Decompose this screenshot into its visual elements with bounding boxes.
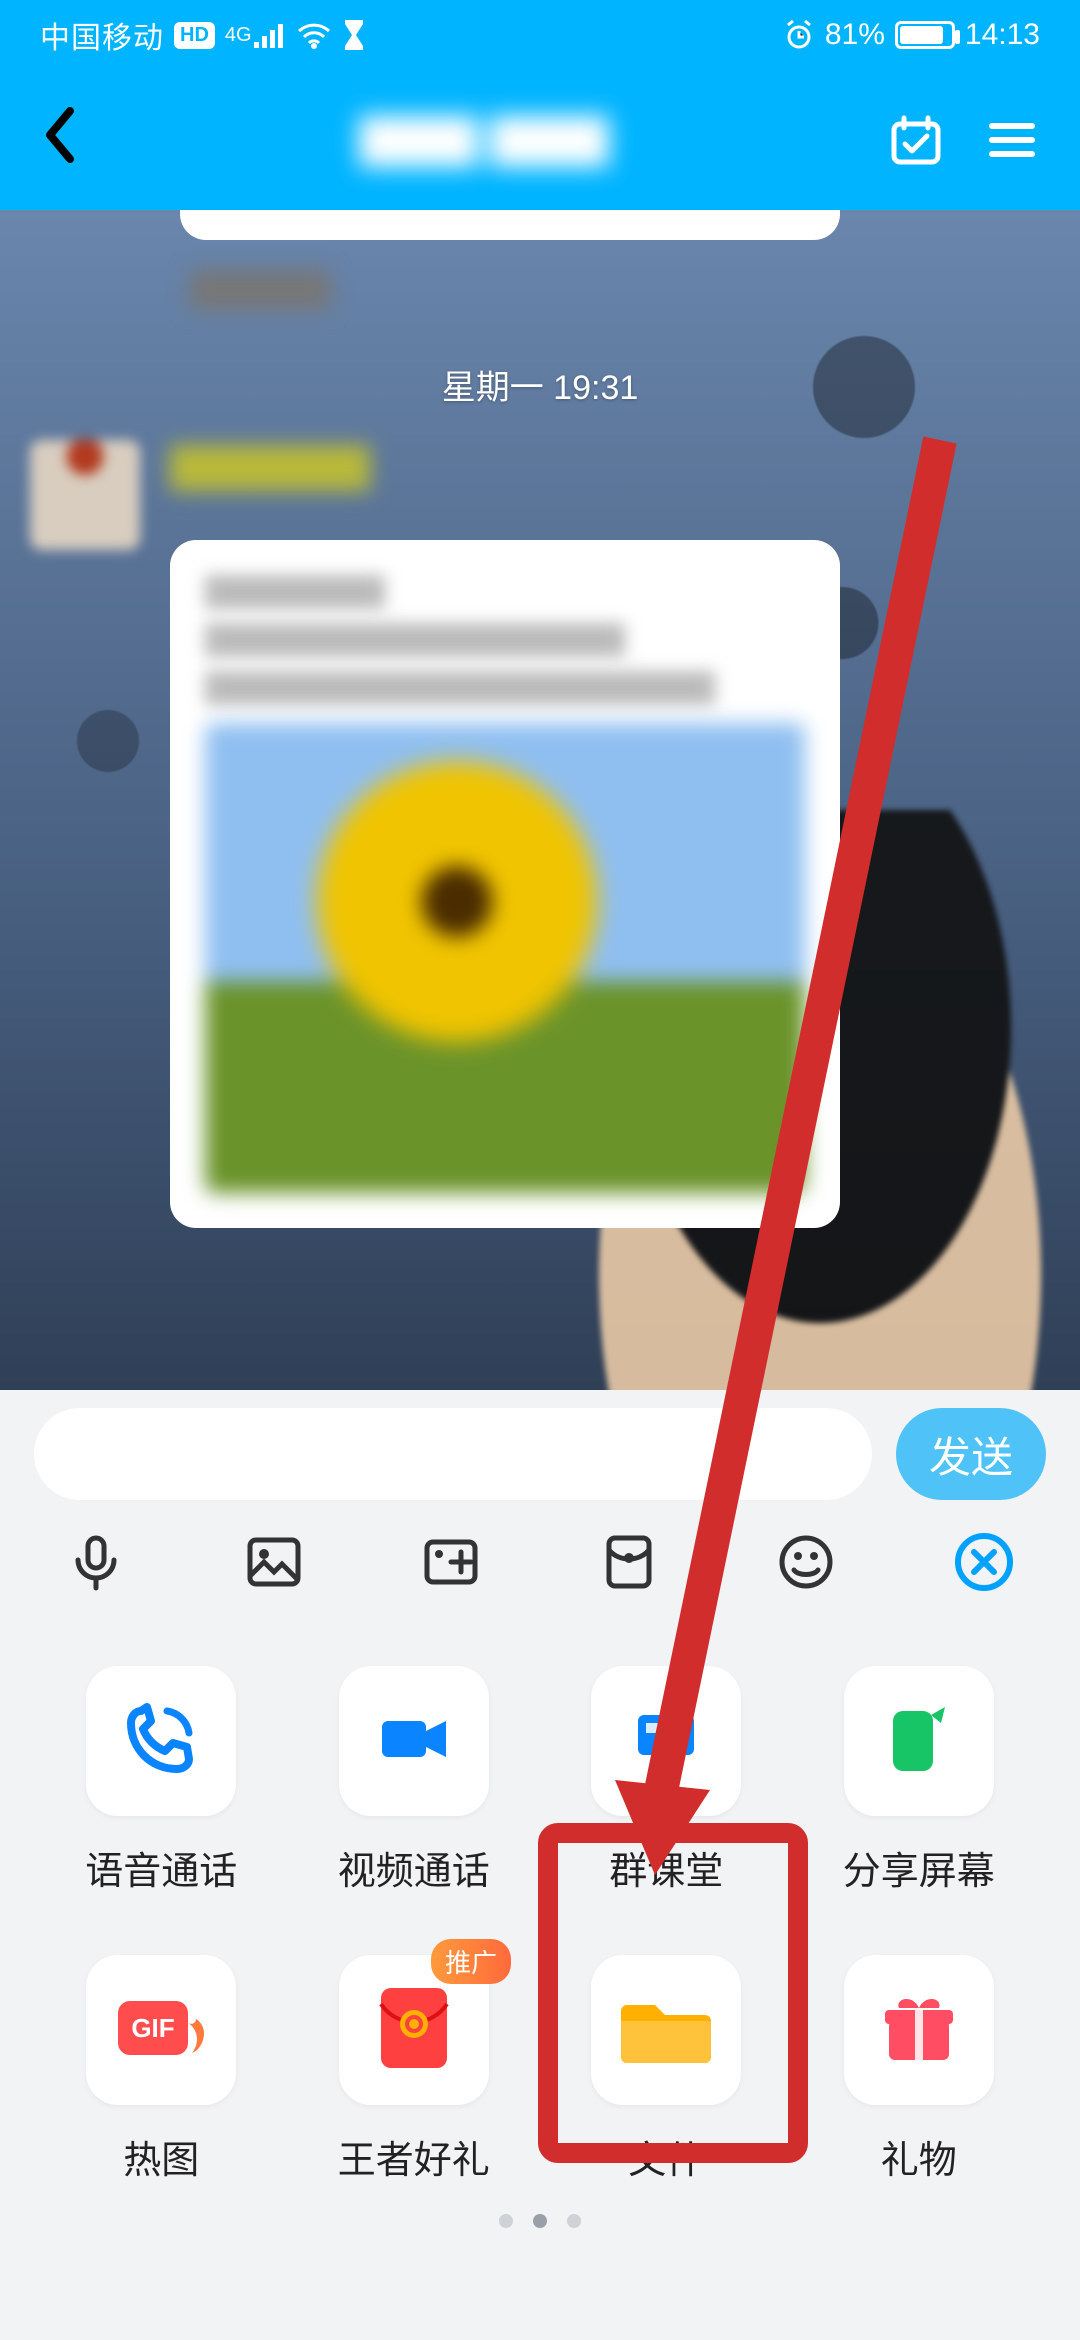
chat-title: ████ ████	[80, 116, 888, 164]
signal-4g-icon: 4G	[225, 22, 286, 48]
tile-label: 文件	[628, 2129, 704, 2184]
phone-icon	[119, 1697, 203, 1786]
alarm-icon	[783, 19, 815, 51]
share-screen-icon	[877, 1697, 961, 1786]
page-dots[interactable]	[60, 2184, 1020, 2288]
tile-label: 热图	[123, 2129, 199, 2184]
hd-badge: HD	[174, 22, 215, 49]
input-zone: 发送	[0, 1390, 1080, 1634]
wifi-icon	[296, 21, 332, 49]
avatar[interactable]	[30, 440, 140, 550]
battery-icon	[895, 21, 955, 49]
tile-label: 群课堂	[609, 1840, 723, 1895]
menu-icon[interactable]	[984, 112, 1040, 168]
tile-label: 视频通话	[338, 1840, 490, 1895]
nav-bar: ████ ████	[0, 70, 1080, 210]
folder-icon	[621, 1991, 711, 2070]
voice-icon[interactable]	[64, 1530, 128, 1594]
video-camera-icon	[372, 1697, 456, 1786]
tile-hot-gif[interactable]: GIF 热图	[60, 1955, 263, 2184]
red-envelope-icon	[377, 1984, 451, 2077]
tile-label: 礼物	[881, 2129, 957, 2184]
chat-area: 星期一 19:31	[0, 210, 1080, 1390]
tile-video-call[interactable]: 视频通话	[313, 1666, 516, 1895]
message-input[interactable]	[34, 1408, 872, 1500]
close-panel-icon[interactable]	[952, 1530, 1016, 1594]
tile-gift[interactable]: 礼物	[818, 1955, 1021, 2184]
tile-share-screen[interactable]: 分享屏幕	[818, 1666, 1021, 1895]
more-actions-panel: 语音通话 视频通话 群课堂 分享屏幕 GIF 热图	[0, 1634, 1080, 2328]
back-button[interactable]	[40, 105, 80, 176]
battery-percent: 81%	[825, 18, 885, 52]
message-image[interactable]	[205, 723, 805, 1193]
sender-name	[170, 445, 370, 491]
emoji-icon[interactable]	[774, 1530, 838, 1594]
gift-icon	[877, 1986, 961, 2075]
input-toolbar	[34, 1500, 1046, 1634]
dot-3[interactable]	[567, 2214, 581, 2228]
previous-message-bubble[interactable]	[180, 210, 840, 240]
promo-badge: 推广	[431, 1939, 511, 1984]
tile-label: 分享屏幕	[843, 1840, 995, 1895]
status-bar: 中国移动 HD 4G 81% 14:13	[0, 0, 1080, 70]
tile-label: 语音通话	[85, 1840, 237, 1895]
clock-time: 14:13	[965, 18, 1040, 52]
calendar-check-icon[interactable]	[888, 112, 944, 168]
message-row	[30, 440, 960, 550]
camera-flash-icon[interactable]	[419, 1530, 483, 1594]
tile-label: 王者好礼	[338, 2129, 490, 2184]
tile-voice-call[interactable]: 语音通话	[60, 1666, 263, 1895]
tile-king-gift[interactable]: 推广 王者好礼	[313, 1955, 516, 2184]
image-icon[interactable]	[242, 1530, 306, 1594]
carrier-label: 中国移动	[40, 13, 164, 57]
send-button[interactable]: 发送	[896, 1408, 1046, 1500]
dot-2[interactable]	[533, 2214, 547, 2228]
hourglass-icon	[342, 20, 366, 50]
tile-file[interactable]: 文件	[565, 1955, 768, 2184]
gif-icon: GIF	[116, 1993, 206, 2068]
message-timestamp: 星期一 19:31	[0, 360, 1080, 409]
dot-1[interactable]	[499, 2214, 513, 2228]
classroom-icon	[624, 1697, 708, 1786]
svg-text:GIF: GIF	[132, 2013, 175, 2043]
tile-classroom[interactable]: 群课堂	[565, 1666, 768, 1895]
message-card[interactable]	[170, 540, 840, 1228]
red-packet-icon[interactable]	[597, 1530, 661, 1594]
